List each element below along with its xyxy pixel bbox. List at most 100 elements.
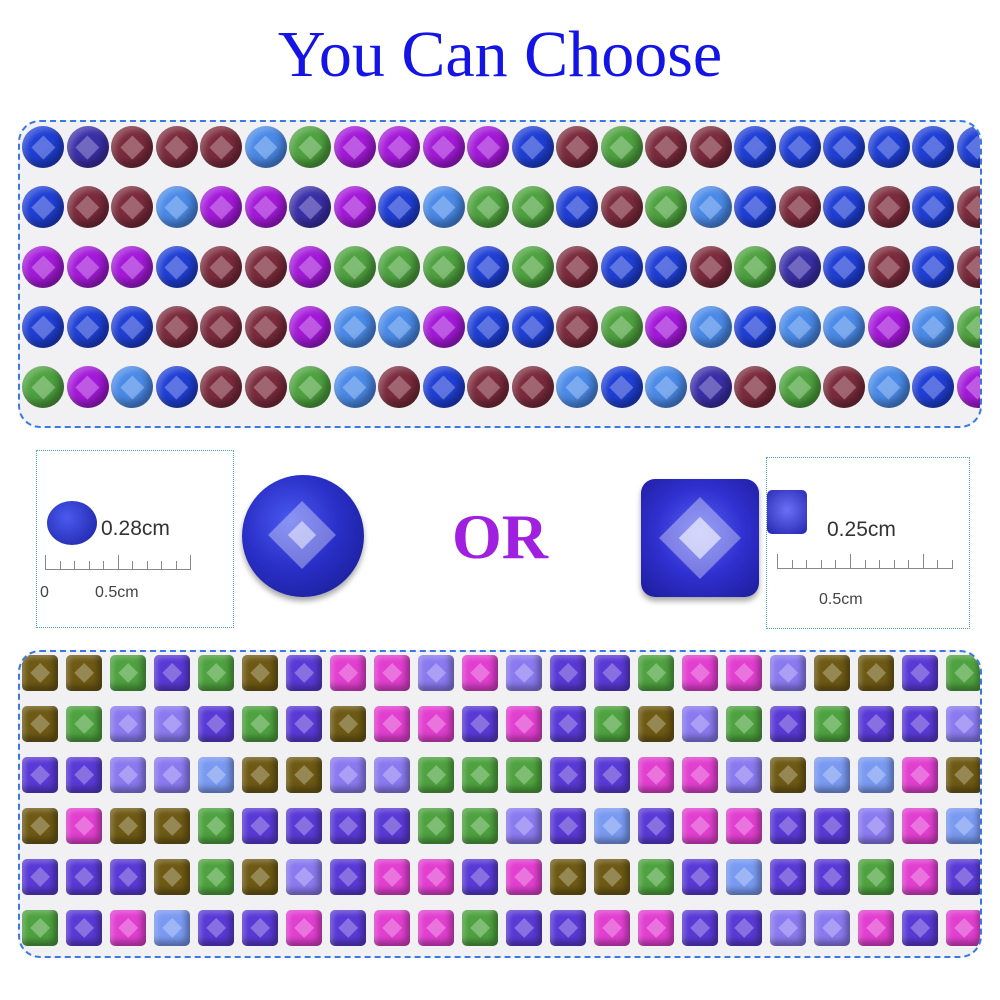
square-gem (638, 655, 674, 691)
square-gem (902, 757, 938, 793)
square-gem (506, 910, 542, 946)
square-gem (550, 757, 586, 793)
square-gem-row (20, 910, 980, 946)
square-gem (726, 859, 762, 895)
round-gem (956, 246, 980, 288)
round-gem (467, 246, 509, 288)
square-gem (418, 706, 454, 742)
square-gem (66, 808, 102, 844)
round-gem (200, 246, 242, 288)
large-round-gem-image (242, 475, 364, 597)
square-gem (242, 859, 278, 895)
square-gem-row (20, 706, 980, 742)
square-gem (858, 757, 894, 793)
round-gem (111, 186, 153, 228)
square-gems-panel (18, 650, 982, 958)
round-scale-start: 0 (40, 584, 49, 601)
round-gem (333, 186, 376, 228)
round-gem (66, 246, 109, 288)
round-gem (600, 366, 643, 408)
square-gem-row (20, 757, 980, 793)
round-gem (778, 306, 821, 348)
square-gem (858, 655, 894, 691)
square-gem (330, 859, 366, 895)
round-gem (511, 186, 554, 228)
round-gem (778, 186, 821, 228)
round-gem-row (20, 186, 980, 228)
round-gem (556, 246, 598, 288)
round-gem (22, 306, 64, 348)
square-gem (154, 910, 190, 946)
round-gem (645, 246, 687, 288)
round-gem (511, 366, 554, 408)
square-gem (858, 706, 894, 742)
round-gem (244, 186, 287, 228)
square-gem (506, 706, 542, 742)
round-gem (956, 186, 980, 228)
round-gem-row (20, 126, 980, 168)
round-gem (22, 126, 64, 168)
square-gem (154, 808, 190, 844)
small-round-gem-image (47, 501, 97, 545)
round-gem (289, 246, 331, 288)
square-gem (814, 706, 850, 742)
square-gem (66, 706, 102, 742)
page-title: You Can Choose (277, 18, 723, 91)
round-gem (645, 186, 687, 228)
round-gem (111, 366, 153, 408)
round-gem (244, 366, 287, 408)
round-gem (823, 306, 865, 348)
round-gem (289, 126, 331, 168)
square-gem (814, 757, 850, 793)
round-gem (289, 186, 331, 228)
round-gem (600, 306, 643, 348)
round-ruler (45, 555, 191, 570)
square-gem (110, 859, 146, 895)
square-gem (110, 808, 146, 844)
round-gem (689, 306, 732, 348)
square-gem (462, 757, 498, 793)
square-gem (198, 655, 234, 691)
square-gem (286, 757, 322, 793)
round-gem (511, 246, 554, 288)
round-gem (511, 126, 554, 168)
round-gem (823, 366, 865, 408)
round-gem (467, 126, 509, 168)
round-scale-label: 0.5cm (95, 584, 139, 601)
square-gem-row (20, 655, 980, 691)
round-gem (734, 186, 776, 228)
square-gem (770, 808, 806, 844)
square-gem (154, 859, 190, 895)
round-gem (378, 246, 420, 288)
round-gem (200, 126, 242, 168)
square-gem (594, 706, 630, 742)
round-gem (778, 246, 821, 288)
square-gem (330, 910, 366, 946)
square-gem (638, 859, 674, 895)
square-gem (770, 910, 806, 946)
square-gem (682, 808, 718, 844)
square-gem (814, 859, 850, 895)
square-gem (594, 910, 630, 946)
round-gem (645, 366, 687, 408)
square-gem (946, 808, 980, 844)
round-gem (333, 306, 376, 348)
square-gem (550, 859, 586, 895)
square-gem (418, 910, 454, 946)
square-gem (682, 757, 718, 793)
square-gem (858, 910, 894, 946)
square-gem (638, 757, 674, 793)
square-gem (22, 808, 58, 844)
round-gem (912, 126, 954, 168)
square-gem (594, 757, 630, 793)
square-gem (902, 706, 938, 742)
round-gem (823, 186, 865, 228)
square-gem (198, 706, 234, 742)
square-gem (726, 757, 762, 793)
square-gem (682, 655, 718, 691)
square-gem (638, 910, 674, 946)
square-gem (22, 910, 58, 946)
round-gem-row (20, 366, 980, 408)
round-gem (422, 246, 465, 288)
square-gem (770, 757, 806, 793)
